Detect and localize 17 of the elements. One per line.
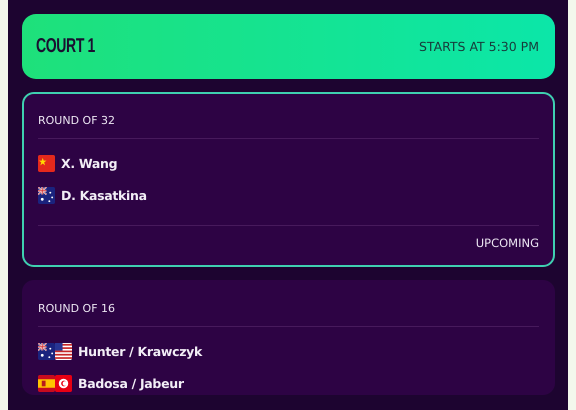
flag-icon [55, 374, 72, 392]
start-time: STARTS AT 5:30 PM [418, 39, 539, 54]
court-title: COURT 1 [36, 35, 95, 58]
flag-icon [38, 374, 55, 392]
round-label: ROUND OF 16 [38, 300, 116, 316]
player-name: Badosa / Jabeur [78, 376, 184, 390]
flag-icon [55, 342, 72, 360]
flag-icon [38, 342, 55, 360]
round-label: ROUND OF 32 [38, 112, 116, 128]
match-card[interactable]: ROUND OF 32 X. Wang D. Kasatkina UPCOMING [22, 92, 555, 267]
player-name: X. Wang [61, 156, 118, 170]
match-card[interactable]: ROUND OF 16 Hunter / Krawczyk Badosa / Jabeur [22, 280, 555, 395]
match-status: UPCOMING [476, 236, 539, 250]
player-name: D. Kasatkina [61, 188, 147, 202]
player-name: Hunter / Krawczyk [78, 344, 202, 358]
flag-icon [38, 154, 55, 172]
flag-icon [38, 186, 55, 204]
